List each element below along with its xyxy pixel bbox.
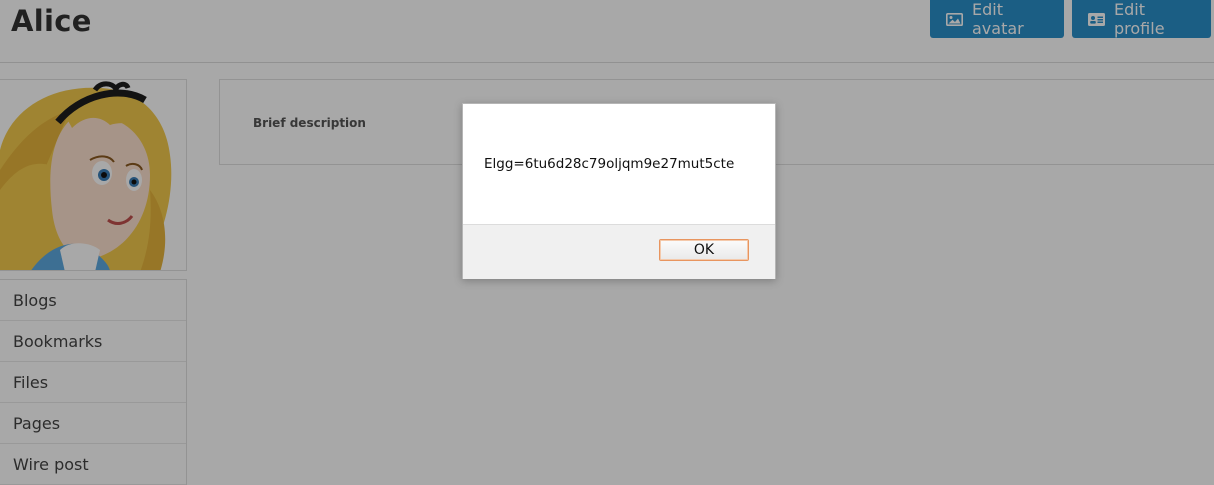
ok-button[interactable]: OK [659,239,749,261]
alert-dialog: Elgg=6tu6d28c79oljqm9e27mut5cte OK [462,103,776,279]
alert-footer: OK [463,224,775,279]
alert-message: Elgg=6tu6d28c79oljqm9e27mut5cte [484,156,735,172]
profile-page: Alice Edit avatar Edit profile Blogs Boo… [0,0,1214,485]
